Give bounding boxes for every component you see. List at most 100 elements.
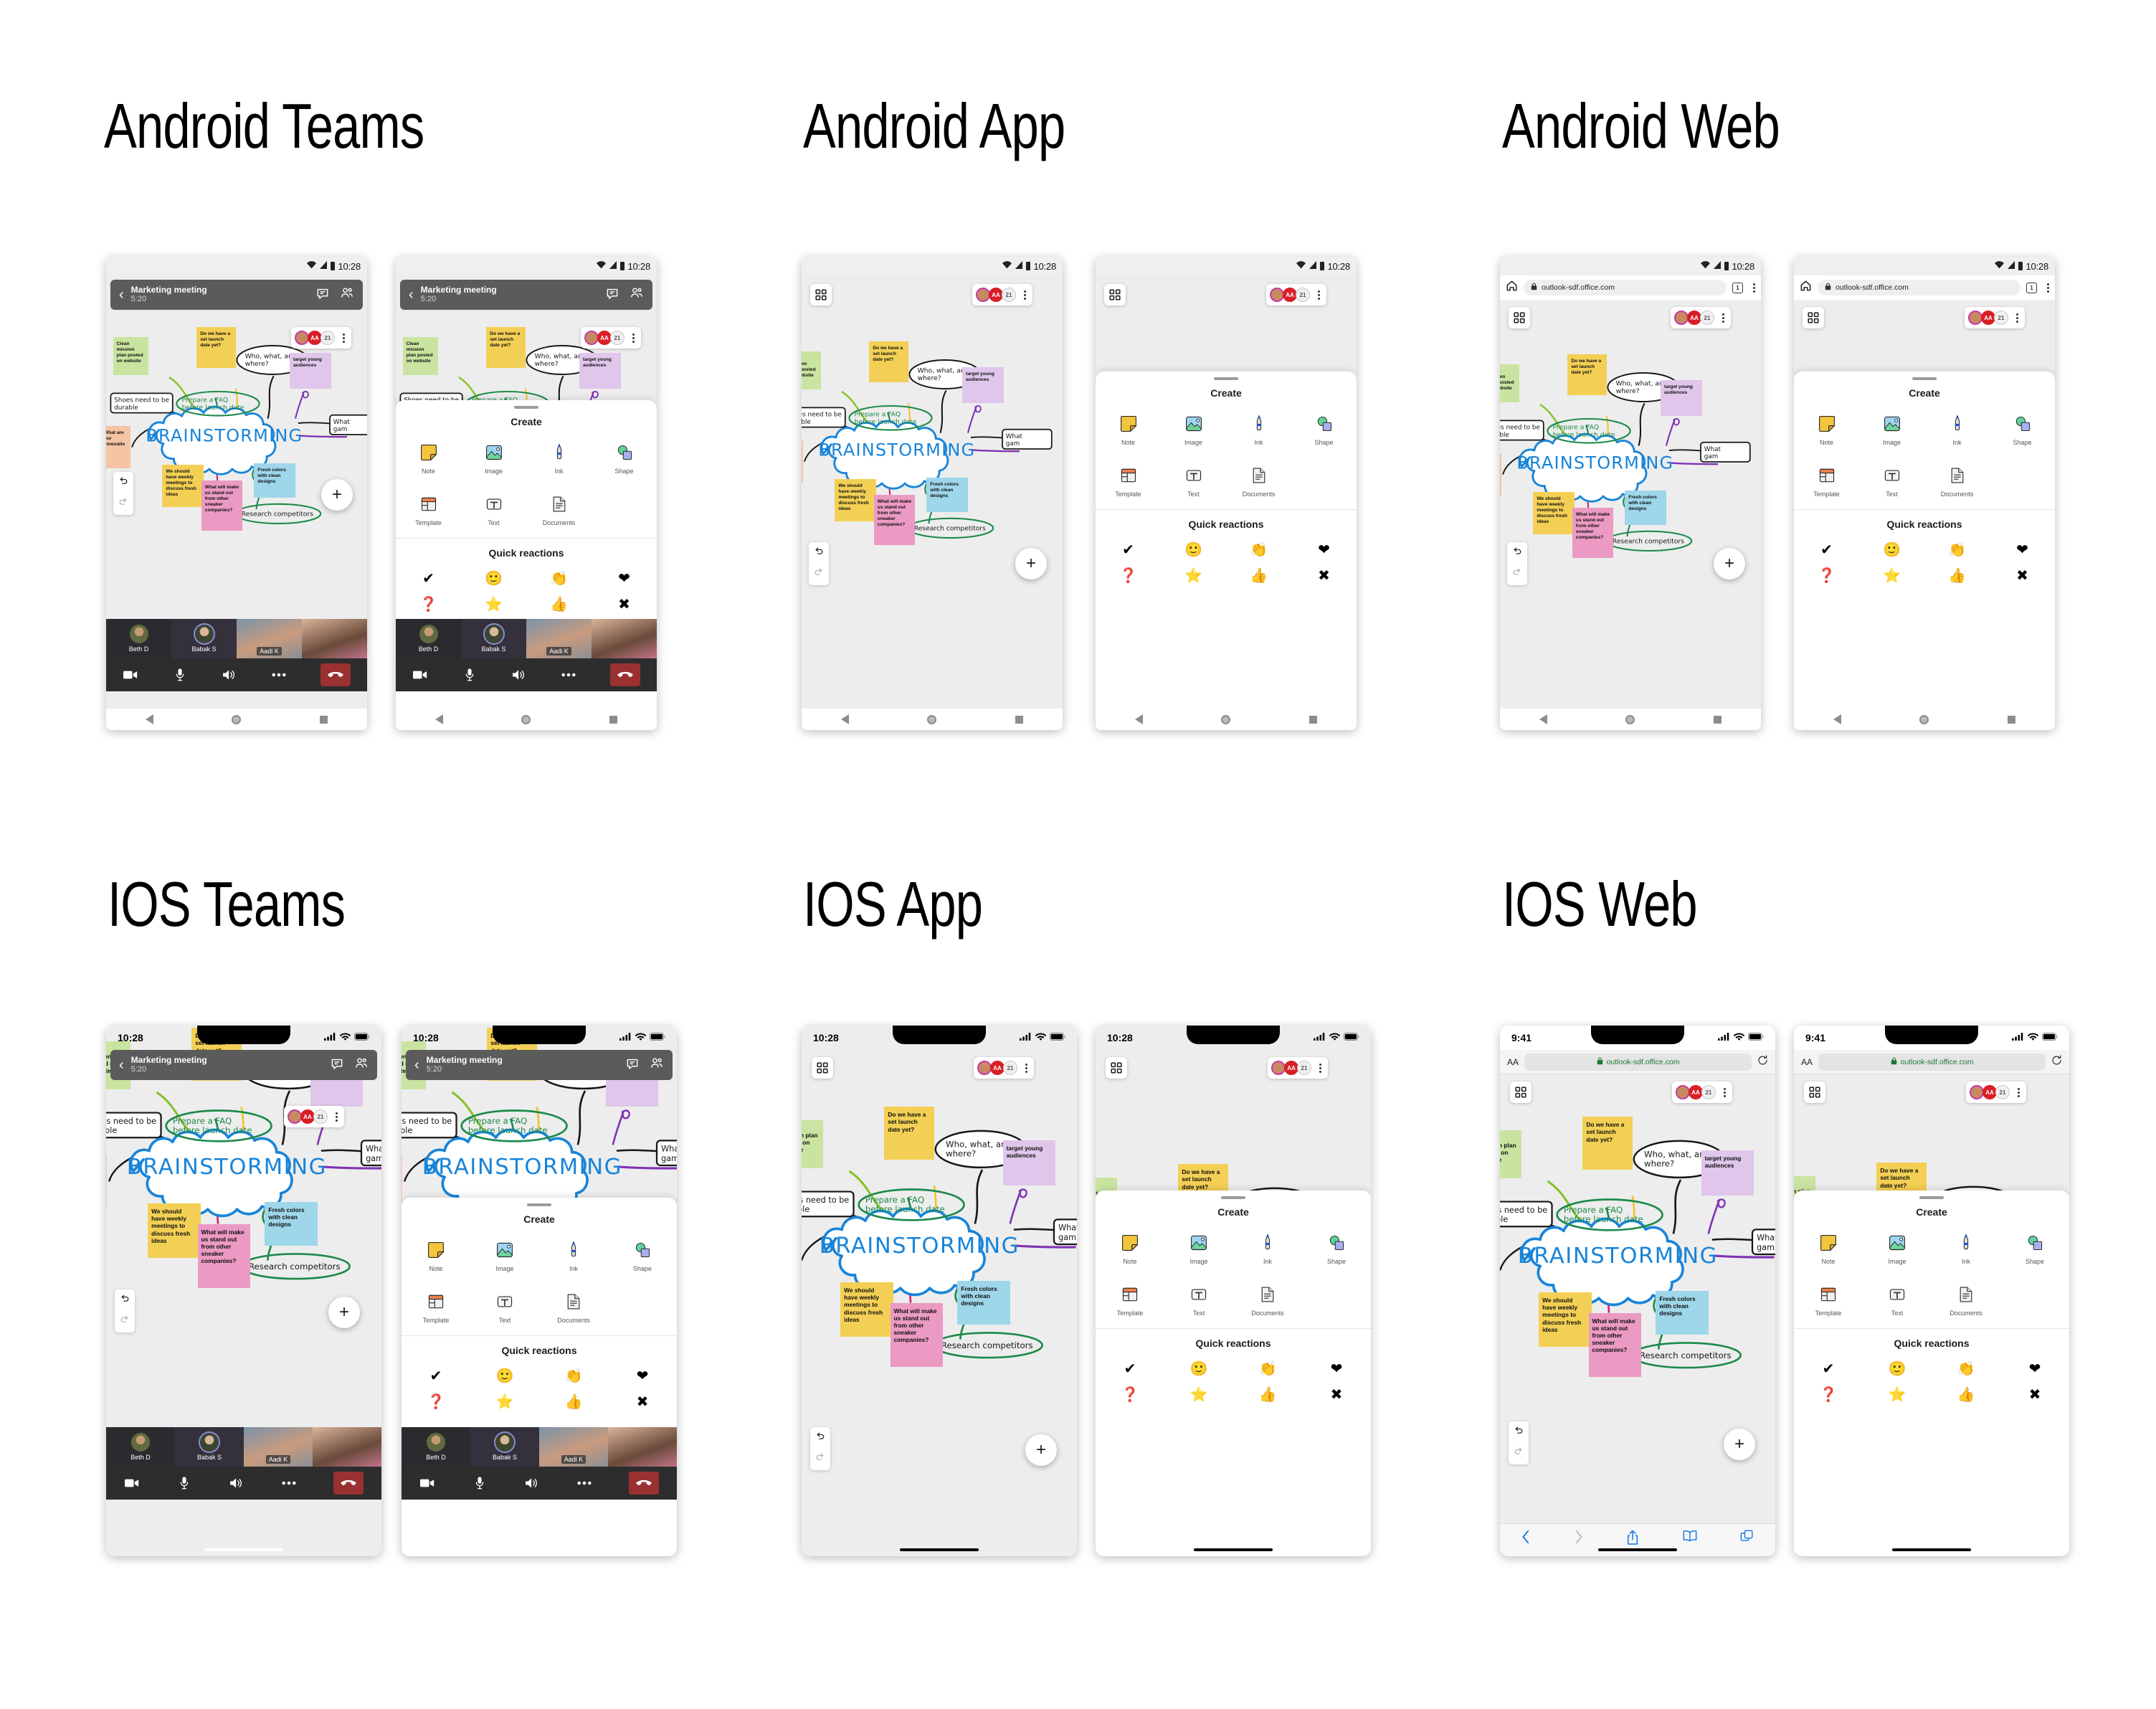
address-bar[interactable]: outlook-sdf.office.com: [1524, 280, 1727, 295]
redo-icon[interactable]: [814, 567, 824, 581]
create-item-text[interactable]: Text: [1164, 1279, 1233, 1321]
sticky-note[interactable]: What will make us stand out from other s…: [1572, 508, 1614, 559]
sticky-note[interactable]: What will make us stand out from other s…: [201, 480, 243, 531]
clap-reaction[interactable]: 👏: [526, 567, 592, 589]
speaker-icon[interactable]: [222, 668, 237, 681]
sticky-note[interactable]: Clean mission plan posted on website: [802, 1119, 823, 1168]
recents-square-icon[interactable]: [320, 715, 328, 724]
kebab-menu-icon[interactable]: [1318, 290, 1320, 300]
back-triangle-icon[interactable]: [1833, 714, 1841, 724]
clap-reaction[interactable]: 👏: [1226, 539, 1291, 560]
whiteboard-canvas[interactable]: BRAINSTORMING Prepare a FAQ before launc…: [1500, 1074, 1775, 1556]
star-reaction[interactable]: ⭐: [1863, 1383, 1932, 1405]
smile-reaction[interactable]: 🙂: [1161, 539, 1226, 560]
thumbsup-reaction[interactable]: 👍: [539, 1391, 608, 1412]
microphone-icon[interactable]: [176, 1477, 192, 1490]
star-reaction[interactable]: ⭐: [1859, 564, 1924, 586]
create-item-ink[interactable]: Ink: [526, 437, 592, 479]
app-grid-icon[interactable]: [1106, 1057, 1127, 1079]
create-item-documents[interactable]: Documents: [1226, 460, 1291, 502]
people-icon[interactable]: [640, 1056, 664, 1074]
create-item-note[interactable]: Note: [1794, 1228, 1863, 1269]
clap-reaction[interactable]: 👏: [1924, 539, 1990, 560]
back-icon[interactable]: ‹: [414, 1058, 419, 1072]
chat-bubble-icon[interactable]: [615, 1056, 640, 1074]
participant-tile[interactable]: Aadi K: [237, 619, 302, 658]
cross-reaction[interactable]: ✖: [592, 593, 657, 615]
address-bar[interactable]: outlook-sdf.office.com: [1524, 1053, 1752, 1071]
kebab-menu-icon[interactable]: [336, 1112, 338, 1122]
address-bar[interactable]: outlook-sdf.office.com: [1818, 280, 2020, 295]
people-icon[interactable]: [330, 286, 354, 304]
sticky-note[interactable]: What are our innovatio: [1500, 453, 1501, 496]
participant-tile[interactable]: [313, 1427, 381, 1467]
video-camera-icon[interactable]: [124, 1477, 140, 1490]
kebab-menu-icon[interactable]: [1319, 1063, 1321, 1073]
chat-bubble-icon[interactable]: [320, 1056, 344, 1074]
app-grid-icon[interactable]: [1510, 1081, 1531, 1103]
create-item-image[interactable]: Image: [1859, 409, 1924, 450]
home-circle-icon[interactable]: [521, 714, 531, 724]
sticky-note[interactable]: Clean mission plan posted on website: [802, 351, 822, 389]
heart-reaction[interactable]: ❤: [1291, 539, 1357, 560]
create-item-documents[interactable]: Documents: [1924, 460, 1990, 502]
smile-reaction[interactable]: 🙂: [1859, 539, 1924, 560]
create-item-ink[interactable]: Ink: [539, 1235, 608, 1277]
sticky-note[interactable]: Fresh colors with clean designs: [1625, 491, 1666, 525]
create-item-text[interactable]: Text: [1859, 460, 1924, 502]
participant-tile[interactable]: Babak S: [461, 619, 526, 658]
create-item-shape[interactable]: Shape: [1990, 409, 2055, 450]
video-camera-icon[interactable]: [419, 1477, 435, 1490]
create-item-template[interactable]: Template: [396, 489, 461, 531]
participant-tile[interactable]: Beth D: [106, 1427, 175, 1467]
presence-chip[interactable]: AA 21: [1671, 307, 1731, 328]
microphone-icon[interactable]: [462, 668, 478, 681]
cross-reaction[interactable]: ✖: [1291, 564, 1357, 586]
sticky-note[interactable]: We should have weekly meetings to discus…: [1533, 491, 1575, 534]
home-icon[interactable]: [1506, 280, 1518, 295]
kebab-menu-icon[interactable]: [1025, 1063, 1027, 1073]
create-item-template[interactable]: Template: [1794, 1279, 1863, 1321]
speaker-icon[interactable]: [229, 1477, 244, 1490]
kebab-menu-icon[interactable]: [1724, 1087, 1726, 1097]
address-bar[interactable]: outlook-sdf.office.com: [1818, 1053, 2046, 1071]
cross-reaction[interactable]: ✖: [608, 1391, 677, 1412]
check-reaction[interactable]: ✔: [1794, 539, 1859, 560]
question-reaction[interactable]: ❓: [1794, 564, 1859, 586]
redo-icon[interactable]: [815, 1452, 825, 1466]
sticky-note[interactable]: What are our innovatio: [106, 1154, 108, 1209]
safari-tabs[interactable]: [1740, 1530, 1754, 1547]
sticky-note[interactable]: What are our innovatio: [106, 426, 130, 469]
sticky-note[interactable]: What will make us stand out from other s…: [197, 1223, 250, 1289]
recents-square-icon[interactable]: [1714, 715, 1722, 724]
presence-chip[interactable]: AA 21: [291, 327, 351, 349]
kebab-menu-icon[interactable]: [632, 333, 635, 343]
check-reaction[interactable]: ✔: [1096, 539, 1161, 560]
check-reaction[interactable]: ✔: [1794, 1358, 1863, 1379]
home-circle-icon[interactable]: [1625, 714, 1635, 724]
presence-chip[interactable]: AA 21: [1965, 307, 2025, 328]
sheet-grabber[interactable]: [1214, 377, 1238, 380]
sticky-note[interactable]: We should have weekly meetings to discus…: [148, 1203, 201, 1258]
presence-chip[interactable]: AA 21: [581, 327, 641, 349]
microphone-icon[interactable]: [172, 668, 188, 681]
sticky-note[interactable]: target young audiences: [1661, 380, 1702, 416]
app-grid-icon[interactable]: [1804, 1081, 1825, 1103]
presence-chip[interactable]: AA 21: [1966, 1081, 2026, 1103]
create-item-text[interactable]: Text: [470, 1287, 539, 1328]
sticky-note[interactable]: Clean mission plan posted on website: [113, 337, 149, 375]
kebab-menu-icon[interactable]: [2016, 313, 2018, 323]
back-triangle-icon[interactable]: [145, 714, 153, 724]
kebab-menu-icon[interactable]: [1024, 290, 1026, 300]
safari-bookmarks[interactable]: [1683, 1530, 1697, 1545]
sticky-note[interactable]: Fresh colors with clean designs: [265, 1202, 318, 1246]
thumbsup-reaction[interactable]: 👍: [1233, 1383, 1302, 1405]
sticky-note[interactable]: Do we have a set launch date yet?: [486, 326, 526, 369]
reload-icon[interactable]: [1757, 1055, 1768, 1069]
check-reaction[interactable]: ✔: [1096, 1358, 1164, 1379]
microphone-icon[interactable]: [472, 1477, 488, 1490]
create-item-note[interactable]: Note: [402, 1235, 470, 1277]
smile-reaction[interactable]: 🙂: [470, 1365, 539, 1386]
back-icon[interactable]: ‹: [409, 288, 414, 302]
ellipsis-icon[interactable]: [561, 668, 576, 681]
